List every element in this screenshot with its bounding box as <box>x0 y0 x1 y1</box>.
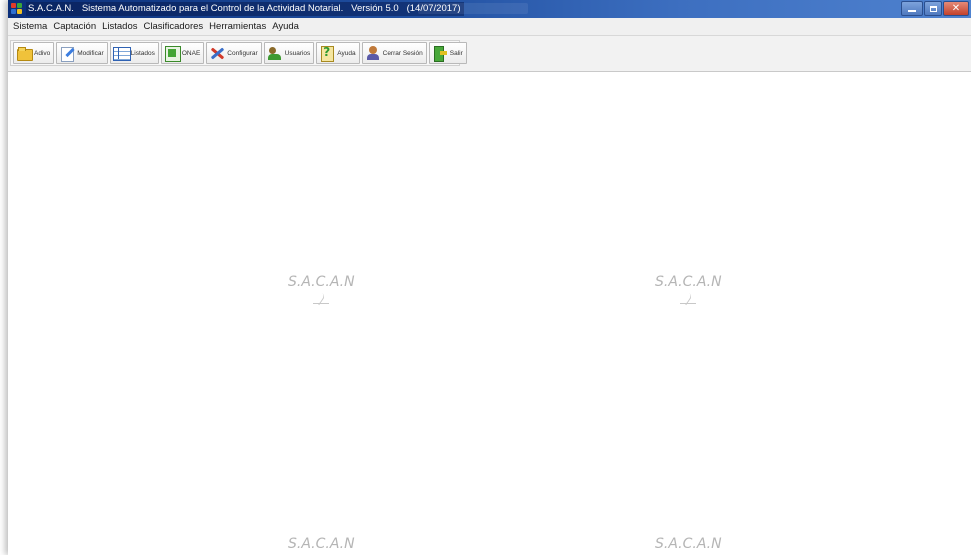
menu-clasificadores[interactable]: Clasificadores <box>141 20 207 34</box>
app-window: S.A.C.A.N. Sistema Automatizado para el … <box>8 0 971 555</box>
exit-icon <box>432 45 448 62</box>
minimize-button[interactable] <box>901 1 923 16</box>
salir-button-label: Salir <box>449 49 463 57</box>
mdi-workspace: S.A.C.A.N S.A.C.A.N S.A.C.A.N S.A.C.A.N <box>8 72 971 555</box>
activo-button-label: Adivo <box>34 49 51 57</box>
minimize-icon <box>908 10 916 12</box>
table-icon <box>112 45 131 61</box>
onae-icon <box>164 45 181 62</box>
menu-captacion[interactable]: Captación <box>50 20 99 34</box>
toolbar: Adivo Modificar Listados ONAE Configurar… <box>8 36 971 72</box>
users-icon <box>267 45 283 61</box>
onae-button[interactable]: ONAE <box>160 42 205 64</box>
edit-pencil-icon <box>59 45 75 62</box>
folder-icon <box>16 45 33 61</box>
onae-button-label: ONAE <box>181 49 201 57</box>
watermark-text: S.A.C.A.N <box>288 536 355 552</box>
configurar-button-label: Configurar <box>227 49 258 57</box>
title-bar[interactable]: S.A.C.A.N. Sistema Automatizado para el … <box>8 0 971 18</box>
cerrar-sesion-button-label: Cerrar Sesión <box>382 49 423 57</box>
toolbar-button-group: Adivo Modificar Listados ONAE Configurar… <box>10 40 467 66</box>
ayuda-button[interactable]: Ayuda <box>316 42 360 64</box>
close-icon: ✕ <box>951 2 961 14</box>
close-button[interactable]: ✕ <box>943 1 969 16</box>
window-controls: ✕ <box>901 1 969 16</box>
watermark-text: S.A.C.A.N <box>288 274 355 290</box>
titlebar-glare <box>418 3 528 14</box>
activo-button[interactable]: Adivo <box>13 42 55 64</box>
watermark-text: S.A.C.A.N <box>655 274 722 290</box>
ayuda-button-label: Ayuda <box>337 49 356 57</box>
menu-sistema[interactable]: Sistema <box>10 20 50 34</box>
modificar-button[interactable]: Modificar <box>56 42 108 64</box>
configurar-button[interactable]: Configurar <box>206 42 262 64</box>
maximize-icon <box>929 5 937 12</box>
quill-icon <box>679 292 697 306</box>
sacan-app-icon[interactable] <box>11 3 23 15</box>
usuarios-button[interactable]: Usuarios <box>263 42 315 64</box>
tools-icon <box>209 45 225 61</box>
menu-bar: Sistema Captación Listados Clasificadore… <box>8 18 971 36</box>
window-title: S.A.C.A.N. Sistema Automatizado para el … <box>26 2 465 16</box>
usuarios-button-label: Usuarios <box>284 49 311 57</box>
watermark-text: S.A.C.A.N <box>655 536 722 552</box>
watermark: S.A.C.A.N <box>288 274 355 306</box>
watermark: S.A.C.A.N <box>655 274 722 306</box>
menu-ayuda[interactable]: Ayuda <box>269 20 302 34</box>
quill-icon <box>312 292 330 306</box>
listados-button-label: Listados <box>130 49 155 57</box>
watermark: S.A.C.A.N <box>288 536 355 552</box>
maximize-button[interactable] <box>924 1 942 16</box>
menu-herramientas[interactable]: Herramientas <box>206 20 269 34</box>
watermark: S.A.C.A.N <box>655 536 722 552</box>
salir-button[interactable]: Salir <box>428 42 467 64</box>
cerrar-sesion-button[interactable]: Cerrar Sesión <box>361 42 427 64</box>
menu-listados[interactable]: Listados <box>99 20 140 34</box>
logout-icon <box>365 45 381 61</box>
listados-button[interactable]: Listados <box>109 42 159 64</box>
modificar-button-label: Modificar <box>77 49 104 57</box>
help-icon <box>319 45 335 62</box>
